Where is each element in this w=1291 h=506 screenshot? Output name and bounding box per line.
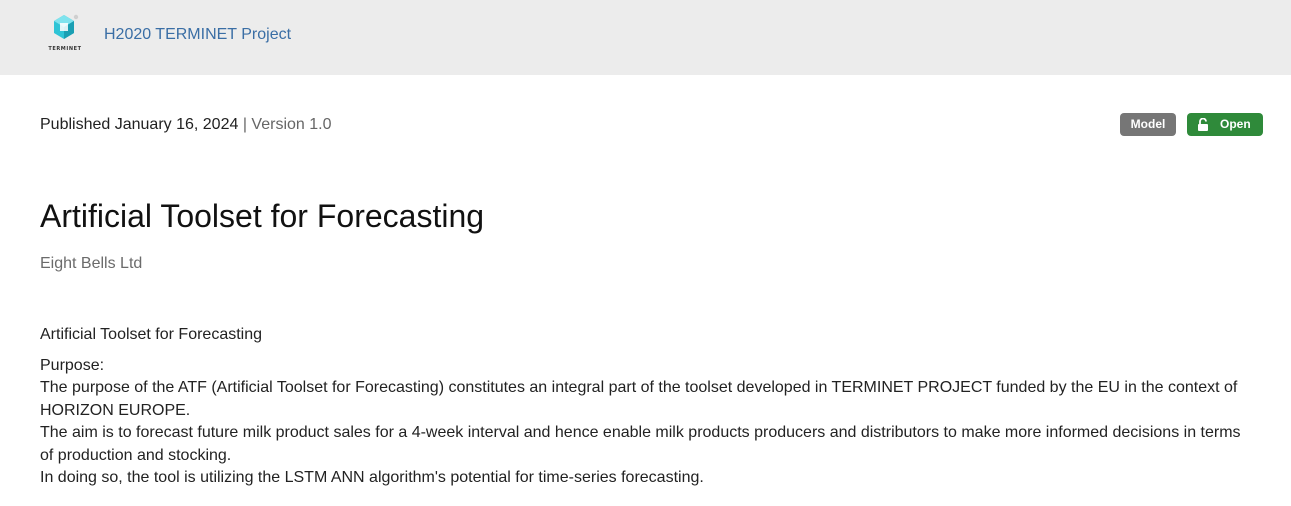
description-line: The aim is to forecast future milk produ… — [40, 424, 1241, 464]
resource-type-badge: Model — [1120, 113, 1176, 136]
published-date: Published January 16, 2024 — [40, 116, 239, 133]
access-right-badge: Open — [1187, 113, 1263, 136]
description-line: In doing so, the tool is utilizing the L… — [40, 468, 704, 486]
purpose-label: Purpose: — [40, 356, 105, 374]
cube-logo-icon — [54, 14, 79, 39]
terminet-logo[interactable]: TERMINET — [43, 13, 87, 57]
description-heading: Artificial Toolset for Forecasting — [40, 326, 263, 343]
version-label: | Version 1.0 — [242, 116, 332, 133]
access-label: Open — [1220, 117, 1251, 131]
community-link[interactable]: H2020 TERMINET Project — [104, 26, 291, 44]
description-line: The purpose of the ATF (Artificial Tools… — [40, 379, 1238, 419]
unlock-icon — [1198, 118, 1208, 131]
publication-info: Published January 16, 2024 | Version 1.0 — [40, 116, 331, 134]
record-title: Artificial Toolset for Forecasting — [40, 198, 485, 234]
logo-text: TERMINET — [48, 46, 82, 52]
record-description: Artificial Toolset for Forecasting Purpo… — [40, 324, 1255, 489]
community-header: TERMINET H2020 TERMINET Project — [0, 0, 1291, 75]
creator-name[interactable]: Eight Bells Ltd — [40, 255, 142, 273]
